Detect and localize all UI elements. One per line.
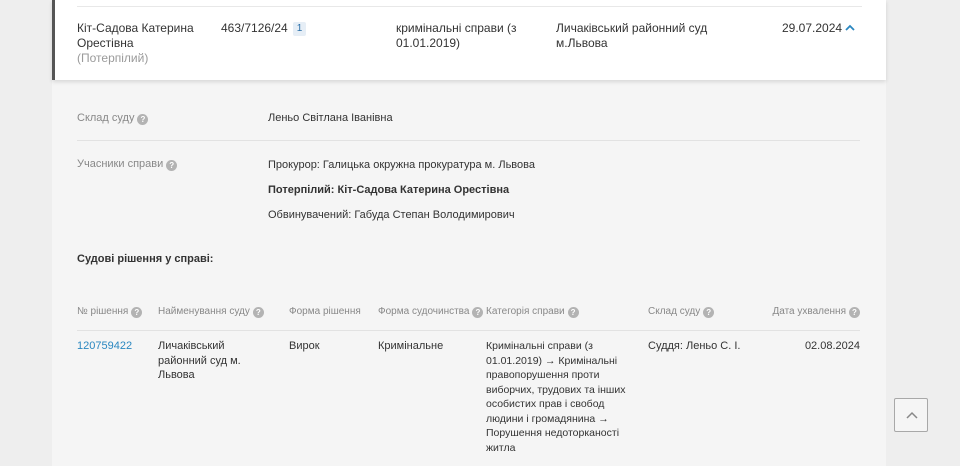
case-count-badge: 1 — [292, 22, 307, 36]
th-court: Найменування суду? — [158, 305, 264, 318]
chevron-up-icon[interactable] — [844, 22, 856, 34]
participants-label: Учасники справи — [77, 158, 164, 170]
th-proceeding: Форма судочинства? — [378, 305, 484, 318]
decisions-title: Судові рішення у справі: — [77, 253, 214, 265]
arrow-up-icon — [906, 411, 918, 419]
help-icon[interactable]: ? — [131, 307, 143, 318]
participants-label-wrap: Учасники справи? — [77, 157, 178, 171]
decision-date: 02.08.2024 — [804, 340, 860, 352]
case-number-cell: 463/7126/24 1 — [221, 21, 391, 36]
help-icon[interactable]: ? — [252, 307, 264, 318]
case-category: кримінальні справи (з 01.01.2019) — [396, 21, 517, 50]
composition-value: Леньо Світлана Іванівна — [268, 112, 393, 124]
decision-category: Кримінальні справи (з 01.01.2019) → Крим… — [486, 340, 626, 454]
help-icon[interactable]: ? — [166, 160, 178, 171]
divider — [77, 330, 860, 331]
decision-form: Вирок — [289, 340, 320, 352]
party-cell: Кіт-Садова Катерина Орестівна (Потерпіли… — [77, 21, 207, 66]
decision-number-link[interactable]: 120759422 — [77, 340, 132, 352]
divider — [77, 6, 862, 7]
case-court: Личаківський районний суд м.Львова — [556, 21, 708, 50]
party-name: Кіт-Садова Катерина Орестівна — [77, 21, 194, 50]
decision-composition: Суддя: Леньо С. І. — [648, 340, 741, 352]
help-icon[interactable]: ? — [137, 114, 149, 125]
th-composition: Склад суду? — [648, 305, 715, 318]
table-row: 120759422 — [77, 339, 132, 354]
scroll-top-button[interactable] — [894, 398, 928, 432]
divider — [77, 140, 860, 141]
decision-court: Личаківський районний суд м. Львова — [158, 340, 241, 381]
party-role: (Потерпілий) — [77, 51, 149, 65]
decision-proceeding: Кримінальне — [378, 340, 444, 352]
case-date: 29.07.2024 — [782, 21, 843, 35]
th-form: Форма рішення — [289, 306, 361, 317]
help-icon[interactable]: ? — [567, 307, 579, 318]
participant-victim: Потерпілий: Кіт-Садова Катерина Орестівн… — [268, 184, 510, 196]
participant-prosecutor: Прокурор: Галицька окружна прокуратура м… — [268, 159, 535, 171]
case-number: 463/7126/24 — [221, 21, 288, 35]
help-icon[interactable]: ? — [703, 307, 715, 318]
th-date: Дата ухвалення? — [760, 305, 860, 318]
participant-accused: Обвинувачений: Габуда Степан Володимиров… — [268, 209, 515, 221]
help-icon[interactable]: ? — [472, 307, 484, 318]
th-category: Категорія справи? — [486, 305, 579, 318]
composition-label: Склад суду — [77, 112, 135, 124]
help-icon[interactable]: ? — [849, 307, 860, 318]
th-number: № рішення? — [77, 305, 143, 318]
composition-label-wrap: Склад суду? — [77, 111, 149, 125]
